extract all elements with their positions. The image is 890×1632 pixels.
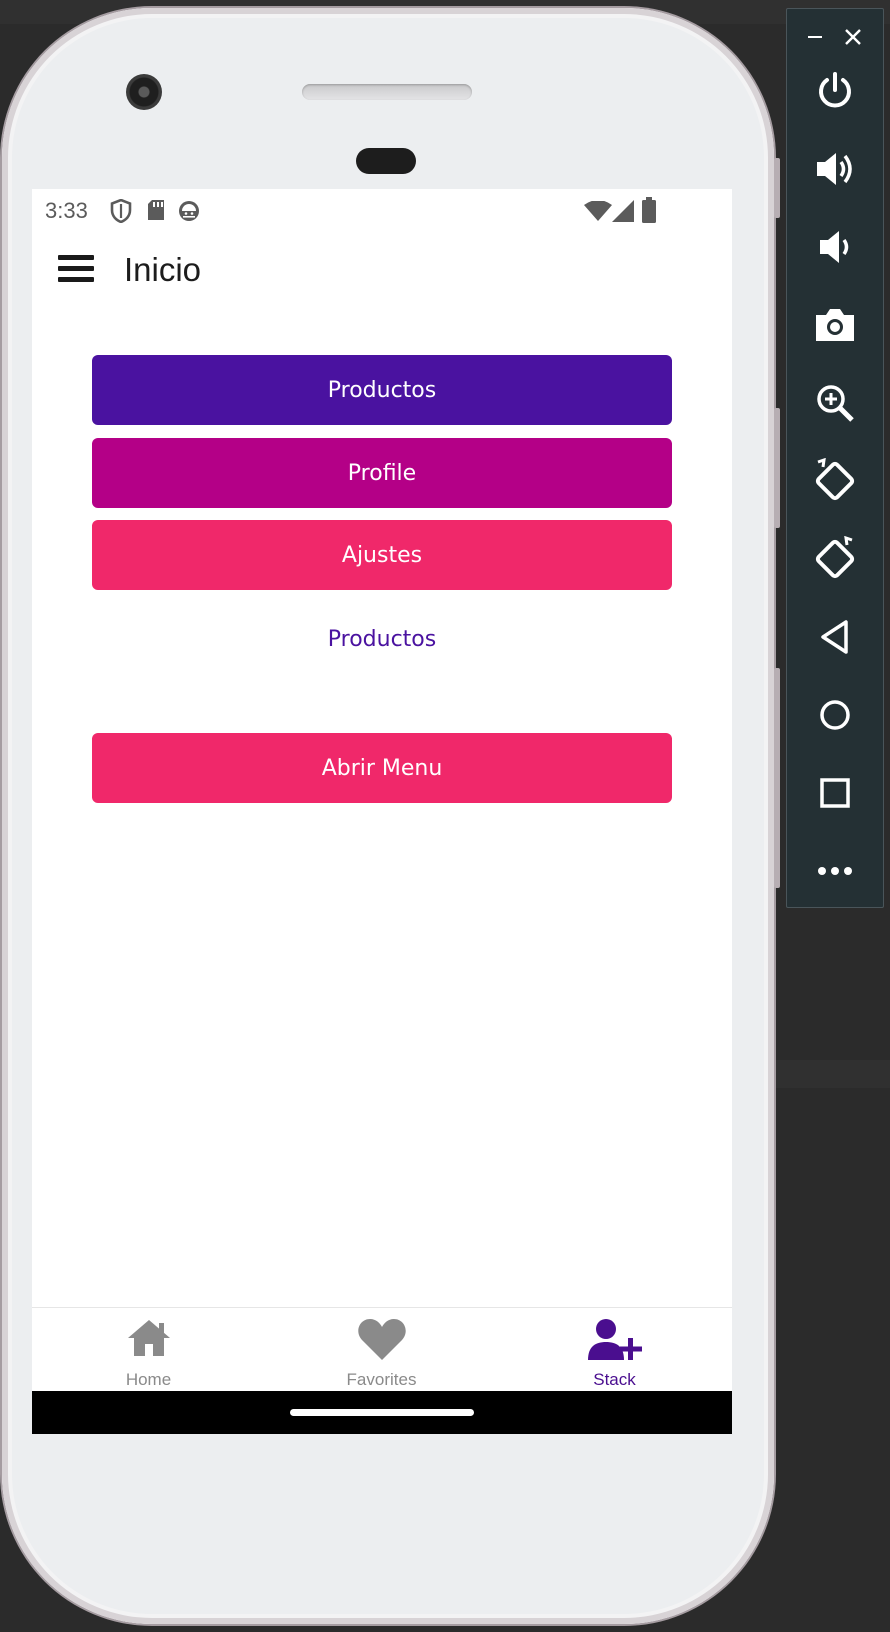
- profile-button[interactable]: Profile: [92, 438, 672, 508]
- earpiece-speaker: [302, 84, 472, 100]
- rotate-left-icon[interactable]: [809, 455, 861, 507]
- home-gesture-pill[interactable]: [290, 1409, 474, 1416]
- minimize-icon[interactable]: [797, 19, 833, 55]
- volume-down-icon[interactable]: [809, 221, 861, 273]
- heart-icon: [357, 1319, 406, 1360]
- status-time: 3:33: [45, 198, 88, 223]
- app-bar: Inicio: [32, 233, 732, 303]
- emulator-control-panel: [786, 8, 884, 908]
- tab-label: Favorites: [346, 1370, 417, 1389]
- tab-home[interactable]: Home: [32, 1308, 265, 1392]
- system-nav-bar: [32, 1391, 732, 1434]
- phone-side-button: [774, 158, 780, 218]
- abrir-menu-button[interactable]: Abrir Menu: [92, 733, 672, 803]
- zoom-icon[interactable]: [809, 377, 861, 429]
- volume-up-icon[interactable]: [809, 143, 861, 195]
- user-plus-icon: [587, 1319, 642, 1360]
- home-icon: [127, 1320, 170, 1356]
- shield-icon: [110, 199, 132, 223]
- phone-side-button: [774, 668, 780, 888]
- sd-card-icon: [148, 200, 164, 220]
- tab-favorites[interactable]: Favorites: [265, 1308, 498, 1392]
- overview-icon[interactable]: [809, 767, 861, 819]
- proximity-sensor: [356, 148, 416, 174]
- hamburger-menu-icon[interactable]: [56, 251, 96, 287]
- phone-screen: 3:33 Inicio Productos Profile Ajustes Pr…: [32, 189, 732, 1434]
- rotate-right-icon[interactable]: [809, 533, 861, 585]
- tab-label: Home: [125, 1370, 172, 1389]
- close-icon[interactable]: [835, 19, 871, 55]
- battery-icon: [642, 197, 656, 223]
- phone-side-button: [774, 408, 780, 528]
- ajustes-button[interactable]: Ajustes: [92, 520, 672, 590]
- home-circle-icon[interactable]: [809, 689, 861, 741]
- power-icon[interactable]: [809, 65, 861, 117]
- more-icon[interactable]: [809, 845, 861, 897]
- page-title: Inicio: [124, 251, 202, 288]
- tab-label: Stack: [593, 1370, 636, 1389]
- productos-text-button[interactable]: Productos: [92, 611, 672, 667]
- status-bar: 3:33: [32, 189, 732, 233]
- back-icon[interactable]: [809, 611, 861, 663]
- android-debug-icon: [179, 201, 199, 221]
- camera-icon[interactable]: [809, 299, 861, 351]
- productos-button[interactable]: Productos: [92, 355, 672, 425]
- wifi-icon: [584, 201, 612, 221]
- front-camera: [126, 74, 162, 110]
- tab-stack[interactable]: Stack: [498, 1308, 731, 1392]
- signal-icon: [612, 200, 634, 222]
- bottom-tab-bar: Home Favorites Stack: [32, 1307, 732, 1392]
